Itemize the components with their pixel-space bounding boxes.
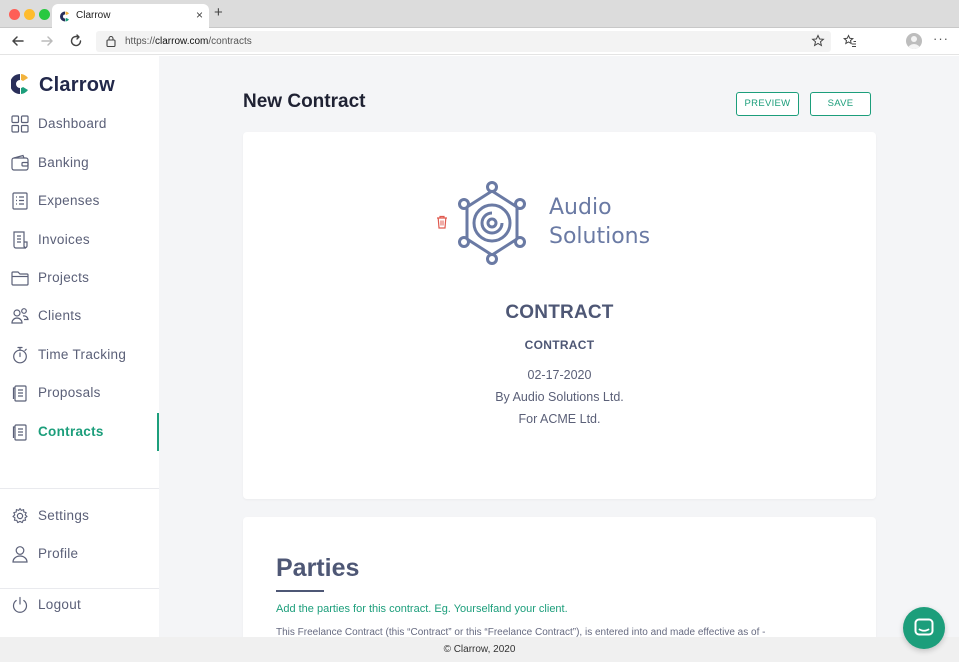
receipt-icon [12, 192, 28, 210]
document-icon [12, 424, 27, 441]
contract-header-card: Audio Solutions CONTRACT CONTRACT 02-17-… [243, 132, 876, 499]
parties-hint: Add the parties for this contract. Eg. Y… [276, 603, 568, 615]
sidebar-item-settings[interactable]: Settings [0, 497, 159, 535]
window-minimize-button[interactable] [24, 9, 35, 20]
parties-body-text[interactable]: This Freelance Contract (this “Contract”… [276, 627, 765, 637]
window-maximize-button[interactable] [39, 9, 50, 20]
sidebar-item-banking[interactable]: Banking [0, 144, 159, 182]
sidebar-item-label: Invoices [38, 232, 90, 247]
page-footer: © Clarrow, 2020 [0, 637, 959, 662]
folder-icon [11, 271, 29, 286]
new-tab-icon[interactable]: + [214, 5, 223, 21]
chat-button[interactable] [903, 607, 945, 649]
forward-arrow-icon[interactable] [39, 33, 55, 49]
browser-profile-avatar[interactable] [906, 33, 922, 49]
url-prefix: https:// [125, 36, 156, 47]
sidebar-item-label: Profile [38, 546, 79, 561]
lock-icon [106, 35, 116, 47]
save-button[interactable]: SAVE [810, 92, 871, 116]
browser-titlebar: Clarrow × + [0, 0, 959, 29]
back-arrow-icon[interactable] [10, 33, 26, 49]
parties-card: Parties Add the parties for this contrac… [243, 517, 876, 637]
wallet-icon [11, 154, 29, 171]
sidebar-divider [0, 488, 159, 489]
favorites-list-icon[interactable] [843, 34, 857, 48]
browser-toolbar: https://clarrow.com/contracts ··· [0, 28, 959, 55]
company-logo-text-line1: Audio [549, 195, 612, 220]
stopwatch-icon [13, 346, 27, 364]
company-logo-mark-icon [458, 181, 526, 265]
browser-tab[interactable]: Clarrow × [52, 4, 209, 29]
url-text[interactable]: https://clarrow.com/contracts [125, 36, 252, 47]
dashboard-icon [11, 115, 29, 133]
sidebar-item-label: Contracts [38, 424, 104, 439]
sidebar-item-invoices[interactable]: Invoices [0, 221, 159, 259]
clarrow-logo-icon [11, 74, 28, 94]
brand-name: Clarrow [39, 74, 115, 96]
sidebar-item-dashboard[interactable]: Dashboard [0, 105, 159, 143]
contract-by-line: By Audio Solutions Ltd. [495, 390, 624, 404]
more-options-icon[interactable]: ··· [933, 31, 949, 46]
power-icon [12, 596, 28, 613]
sidebar-item-label: Logout [38, 597, 82, 612]
contract-for-line: For ACME Ltd. [518, 412, 601, 426]
sidebar-item-projects[interactable]: Projects [0, 259, 159, 297]
sidebar-item-label: Proposals [38, 385, 101, 400]
sidebar-item-label: Banking [38, 155, 89, 170]
preview-button[interactable]: PREVIEW [736, 92, 799, 116]
clarrow-favicon-icon [60, 11, 69, 22]
address-bar[interactable]: https://clarrow.com/contracts [96, 31, 831, 52]
sidebar-item-profile[interactable]: Profile [0, 535, 159, 573]
sidebar-item-label: Clients [38, 308, 82, 323]
sidebar-item-label: Dashboard [38, 116, 107, 131]
sidebar-item-label: Time Tracking [38, 347, 127, 362]
contract-title: CONTRACT [505, 302, 614, 323]
url-path: /contracts [208, 36, 252, 47]
sidebar: Clarrow Dashboard Banking Expenses Invoi… [0, 56, 159, 637]
company-logo-text-line2: Solutions [549, 224, 651, 249]
trash-icon[interactable] [436, 215, 448, 229]
company-logo[interactable]: Audio Solutions [455, 181, 655, 265]
sidebar-item-label: Expenses [38, 193, 100, 208]
url-domain: clarrow.com [155, 36, 209, 47]
sidebar-item-expenses[interactable]: Expenses [0, 182, 159, 220]
invoice-icon [13, 231, 28, 249]
sidebar-item-proposals[interactable]: Proposals [0, 374, 159, 412]
parties-heading-underline [276, 590, 324, 592]
tab-title: Clarrow [76, 10, 111, 21]
page-title: New Contract [243, 91, 366, 112]
document-icon [12, 385, 27, 402]
sidebar-item-logout[interactable]: Logout [0, 586, 159, 624]
reload-icon[interactable] [68, 33, 84, 49]
user-icon [12, 546, 28, 563]
sidebar-item-label: Settings [38, 508, 90, 523]
sidebar-item-label: Projects [38, 270, 90, 285]
parties-heading: Parties [276, 554, 360, 582]
favorite-star-icon[interactable] [811, 34, 825, 48]
sidebar-item-time-tracking[interactable]: Time Tracking [0, 336, 159, 374]
gear-icon [12, 507, 28, 524]
contract-subtitle: CONTRACT [524, 338, 595, 352]
window-close-button[interactable] [9, 9, 20, 20]
sidebar-item-contracts[interactable]: Contracts [0, 413, 159, 451]
contract-date: 02-17-2020 [527, 368, 592, 382]
tab-close-icon[interactable]: × [196, 8, 203, 22]
chat-icon [914, 618, 934, 636]
users-icon [11, 308, 29, 324]
profile-silhouette-icon [908, 36, 920, 49]
sidebar-item-clients[interactable]: Clients [0, 297, 159, 335]
main-content: New Contract PREVIEW SAVE Audio Solution… [159, 56, 959, 637]
